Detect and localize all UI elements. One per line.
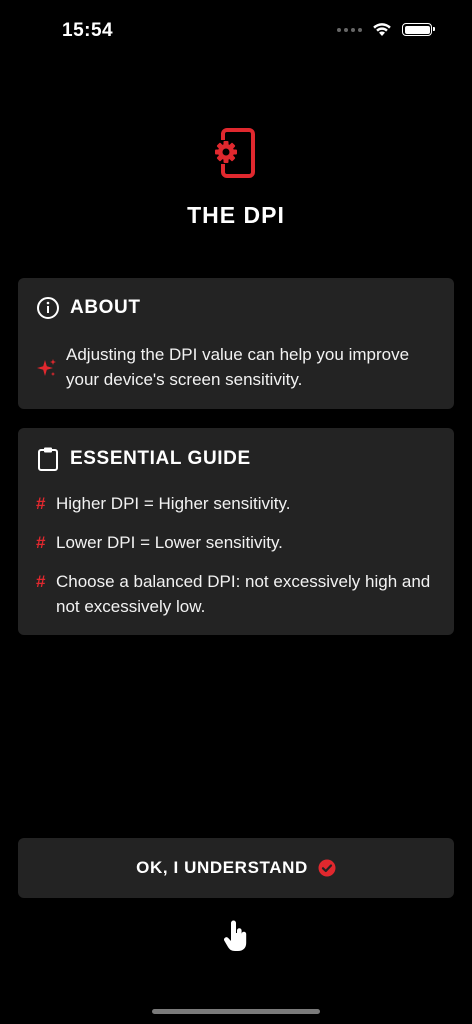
- hash-icon: #: [36, 494, 46, 513]
- sparkle-icon: [37, 359, 56, 376]
- about-header: ABOUT: [36, 296, 141, 320]
- ok-understand-label: OK, I UNDERSTAND: [136, 858, 308, 877]
- about-card: ABOUT Adjusting the DPI value can help y…: [18, 278, 454, 409]
- status-time: 15:54: [62, 20, 114, 41]
- home-indicator[interactable]: [152, 1009, 320, 1014]
- tap-hand-icon: [224, 920, 247, 951]
- guide-item-text: Choose a balanced DPI: not excessively h…: [56, 572, 431, 616]
- battery-icon: [402, 23, 435, 36]
- status-bar: 15:54: [0, 0, 472, 60]
- guide-item: # Choose a balanced DPI: not excessively…: [36, 569, 446, 619]
- wifi-icon: [373, 23, 391, 36]
- about-title: ABOUT: [70, 297, 141, 318]
- signal-icon: [337, 27, 362, 32]
- guide-header: ESSENTIAL GUIDE: [36, 446, 251, 472]
- info-circle-icon: [37, 297, 59, 319]
- about-description: Adjusting the DPI value can help you imp…: [66, 345, 410, 389]
- guide-item: # Lower DPI = Lower sensitivity.: [36, 530, 446, 555]
- guide-title: ESSENTIAL GUIDE: [70, 448, 251, 469]
- guide-item-text: Higher DPI = Higher sensitivity.: [56, 494, 291, 513]
- guide-card: ESSENTIAL GUIDE # Higher DPI = Higher se…: [18, 428, 454, 635]
- guide-item-text: Lower DPI = Lower sensitivity.: [56, 533, 283, 552]
- hash-icon: #: [36, 572, 46, 591]
- check-circle-icon: [318, 859, 336, 877]
- guide-item: # Higher DPI = Higher sensitivity.: [36, 491, 446, 516]
- clipboard-icon: [38, 447, 58, 471]
- phone-settings-icon: [215, 128, 255, 178]
- ok-understand-button[interactable]: OK, I UNDERSTAND: [18, 838, 454, 898]
- hash-icon: #: [36, 533, 46, 552]
- status-icons: [337, 22, 435, 37]
- app-title: THE DPI: [187, 202, 285, 228]
